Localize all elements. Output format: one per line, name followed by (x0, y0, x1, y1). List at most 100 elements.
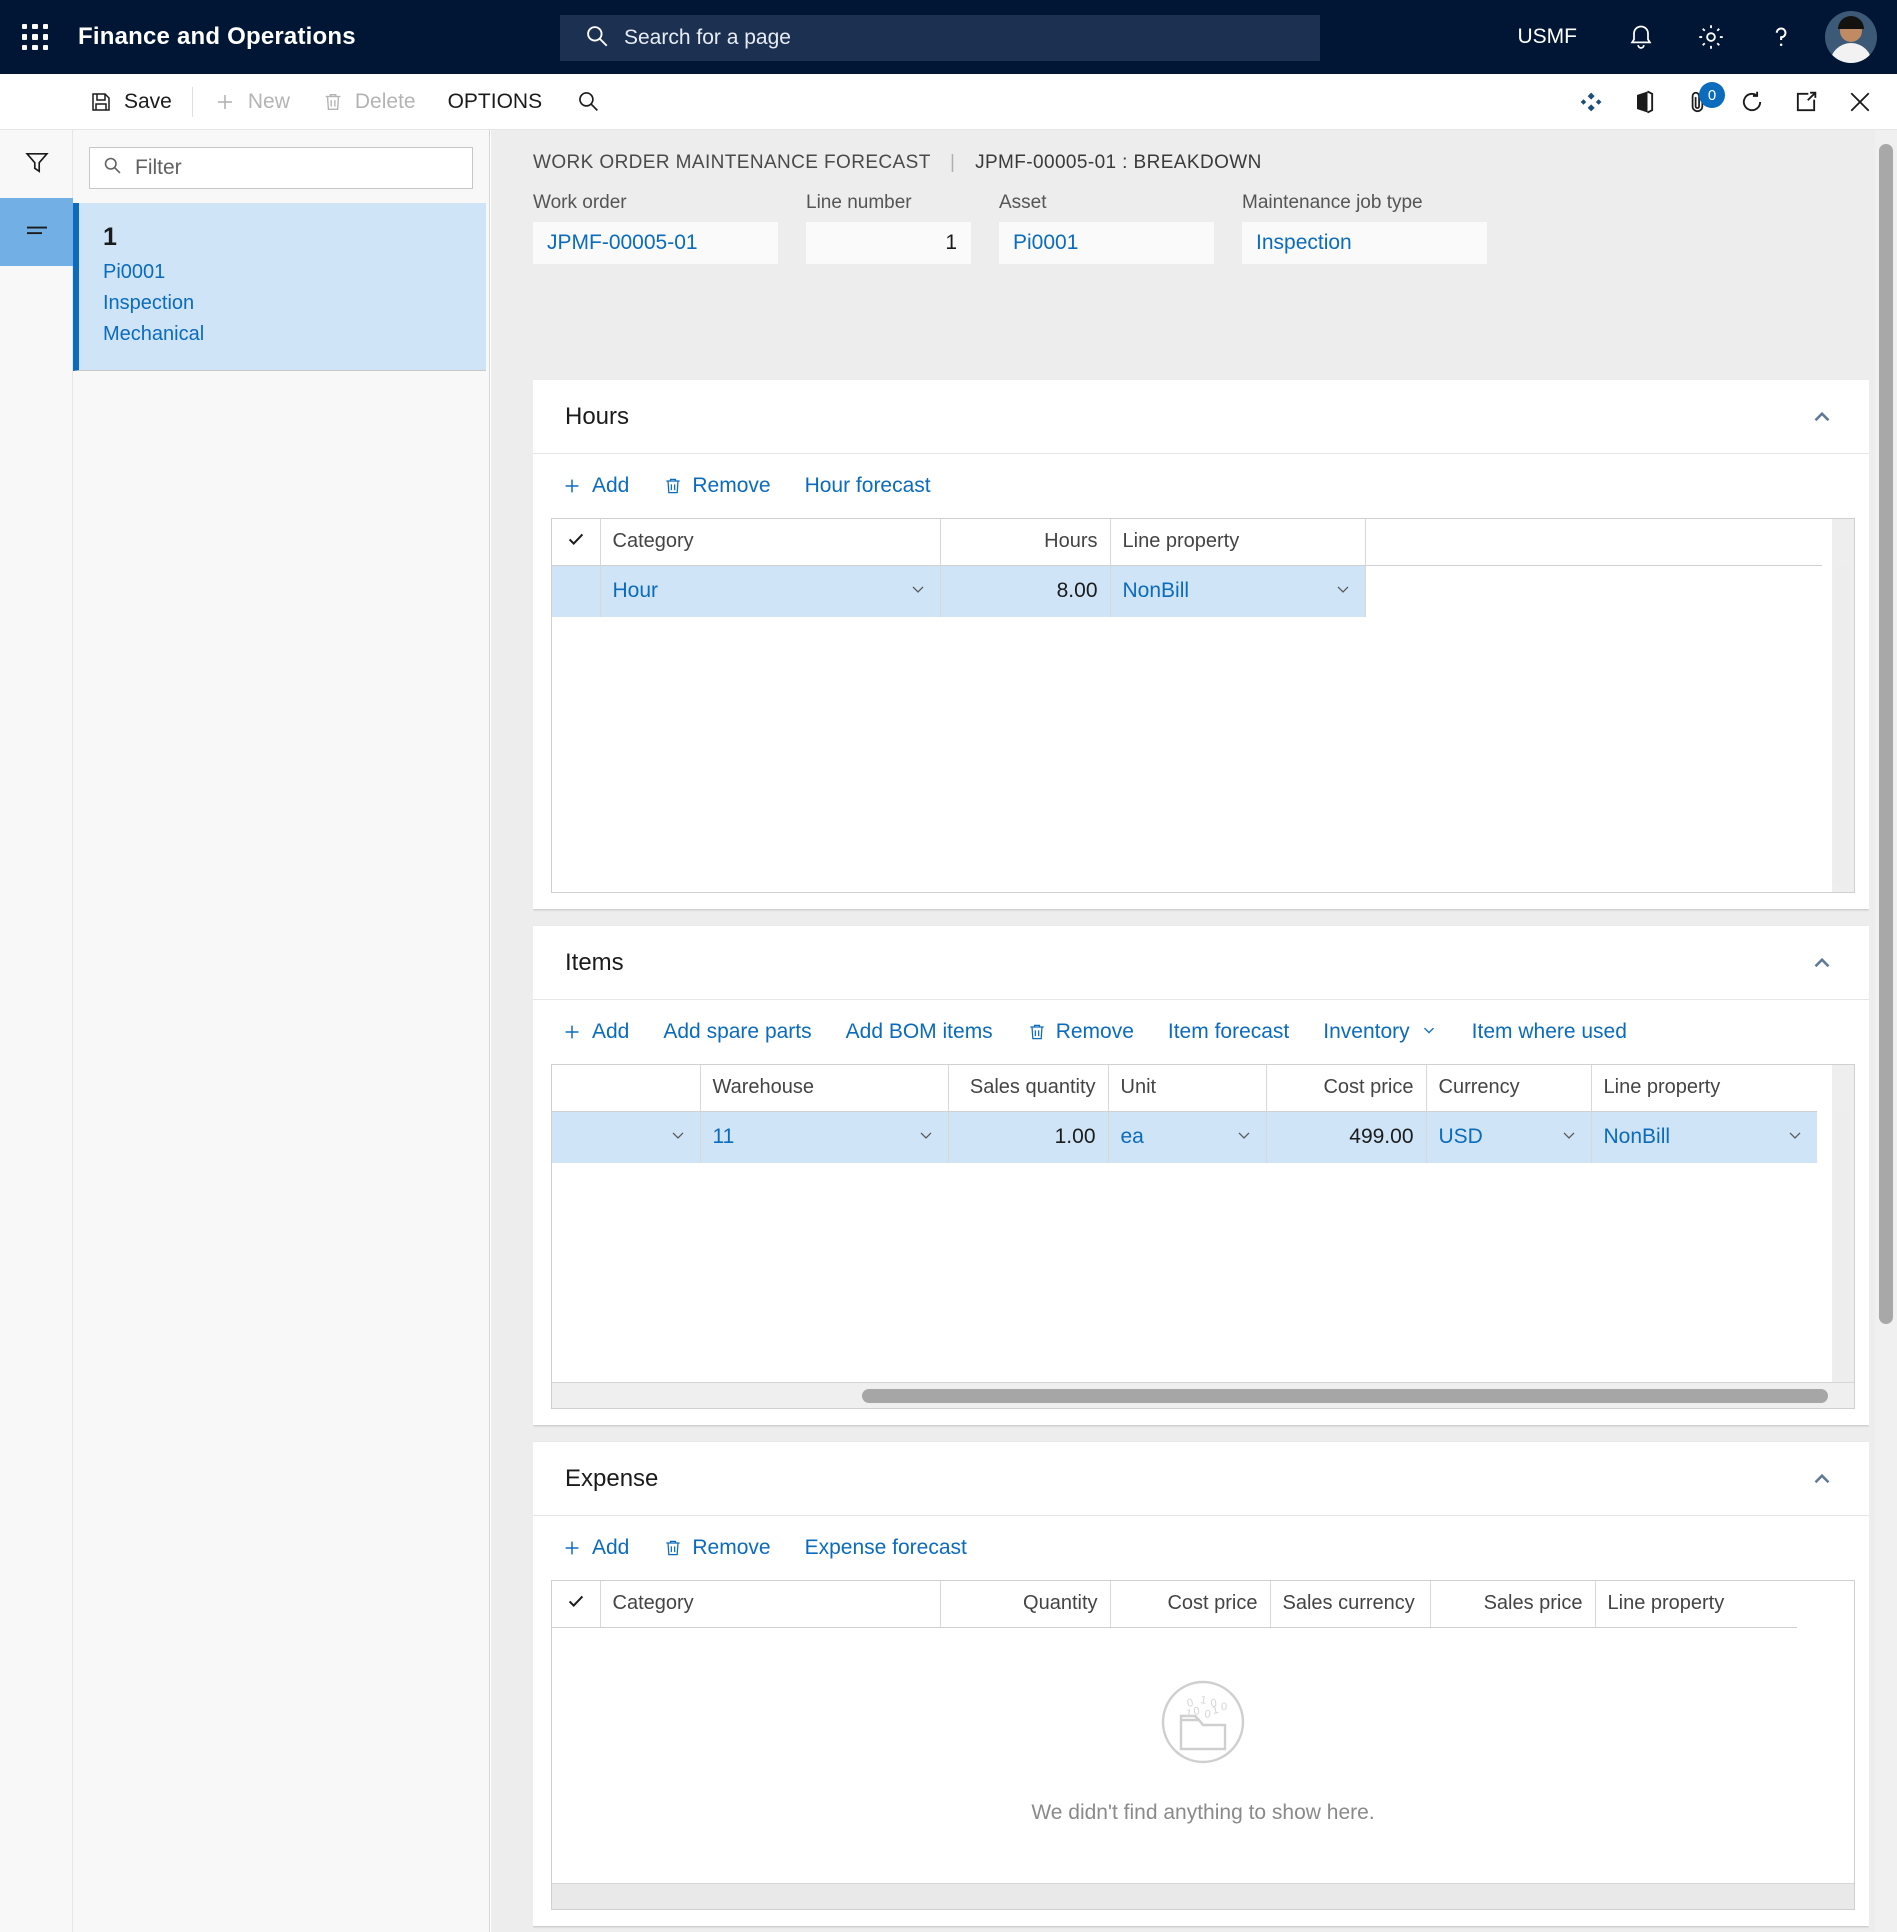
save-button[interactable]: Save (73, 74, 188, 130)
hours-add-button[interactable]: Add (561, 474, 629, 498)
items-remove-button[interactable]: Remove (1027, 1020, 1134, 1044)
global-search-input[interactable]: Search for a page (560, 15, 1320, 61)
field-asset-value[interactable]: Pi0001 (999, 222, 1214, 264)
hours-col-hours[interactable]: Hours (940, 519, 1111, 566)
filter-input[interactable]: Filter (89, 147, 473, 189)
field-maintenance-job-type-label: Maintenance job type (1242, 192, 1423, 213)
expense-col-sales-price[interactable]: Sales price (1430, 1581, 1596, 1628)
items-cell-currency[interactable]: USD (1426, 1111, 1592, 1163)
items-add-bom-items-button[interactable]: Add BOM items (846, 1020, 993, 1044)
expense-add-button[interactable]: Add (561, 1536, 629, 1560)
table-row[interactable]: Hour 8.00 NonBill (552, 565, 1822, 617)
command-search-button[interactable] (558, 74, 619, 130)
hours-grid-vertical-scrollbar[interactable] (1832, 519, 1854, 892)
hours-cell-hours[interactable]: 8.00 (940, 565, 1111, 617)
items-grid-horizontal-scrollbar[interactable] (552, 1382, 1854, 1408)
company-selector[interactable]: USMF (1518, 25, 1578, 49)
section-hours-header[interactable]: Hours (533, 380, 1869, 454)
expense-col-line-property[interactable]: Line property (1595, 1581, 1797, 1628)
items-col-cost-price[interactable]: Cost price (1266, 1065, 1427, 1112)
page-scrollbar-thumb[interactable] (1879, 144, 1893, 1324)
items-add-button[interactable]: Add (561, 1020, 629, 1044)
items-item-where-used-button[interactable]: Item where used (1472, 1020, 1627, 1044)
section-expense-header[interactable]: Expense (533, 1442, 1869, 1516)
items-cell-unit-value: ea (1120, 1125, 1144, 1149)
items-add-label: Add (592, 1020, 630, 1043)
items-cell-line-property[interactable]: NonBill (1591, 1111, 1817, 1163)
new-button[interactable]: New (197, 74, 306, 130)
close-icon[interactable] (1833, 74, 1887, 130)
hours-remove-button[interactable]: Remove (663, 474, 771, 498)
hours-col-line-property[interactable]: Line property (1110, 519, 1366, 566)
chevron-down-icon[interactable] (1785, 1125, 1805, 1150)
notifications-bell-icon[interactable] (1615, 11, 1667, 63)
chevron-down-icon[interactable] (1333, 579, 1353, 604)
items-col-sales-quantity[interactable]: Sales quantity (948, 1065, 1109, 1112)
hours-cell-line-property[interactable]: NonBill (1110, 565, 1366, 617)
chevron-down-icon[interactable] (1559, 1125, 1579, 1150)
chevron-down-icon[interactable] (1234, 1125, 1254, 1150)
help-question-icon[interactable] (1755, 11, 1807, 63)
section-items-header[interactable]: Items (533, 926, 1869, 1000)
page-vertical-scrollbar[interactable] (1875, 130, 1897, 1932)
chevron-down-icon[interactable] (908, 579, 928, 604)
attachments-icon[interactable]: 0 (1671, 74, 1725, 130)
chevron-down-icon[interactable] (916, 1125, 936, 1150)
items-col-currency[interactable]: Currency (1426, 1065, 1592, 1112)
user-avatar[interactable] (1825, 11, 1877, 63)
expense-col-category[interactable]: Category (600, 1581, 941, 1628)
items-col-unit[interactable]: Unit (1108, 1065, 1267, 1112)
hours-select-all-checkbox[interactable] (552, 519, 601, 566)
items-inventory-menu[interactable]: Inventory (1323, 1020, 1437, 1044)
field-maintenance-job-type: Maintenance job type Inspection (1242, 192, 1487, 264)
items-cell-blank[interactable] (552, 1111, 701, 1163)
office-app-icon[interactable] (1617, 74, 1671, 130)
hours-cell-category[interactable]: Hour (600, 565, 941, 617)
expense-grid-horizontal-scrollbar[interactable] (552, 1883, 1854, 1909)
expense-col-quantity[interactable]: Quantity (940, 1581, 1111, 1628)
items-cell-cost-price[interactable]: 499.00 (1266, 1111, 1427, 1163)
settings-gear-icon[interactable] (1685, 11, 1737, 63)
items-col-warehouse[interactable]: Warehouse (700, 1065, 949, 1112)
items-forecast-button[interactable]: Item forecast (1168, 1020, 1289, 1044)
hours-col-category[interactable]: Category (600, 519, 941, 566)
left-rail (0, 130, 73, 1932)
options-button-label: OPTIONS (447, 89, 543, 113)
list-item-trade[interactable]: Mechanical (103, 319, 486, 350)
items-grid-vertical-scrollbar[interactable] (1832, 1065, 1854, 1408)
hours-row-select[interactable] (552, 565, 601, 617)
field-work-order-value[interactable]: JPMF-00005-01 (533, 222, 778, 264)
table-row[interactable]: 11 1.00 ea 499.00 USD NonBill (552, 1111, 1817, 1163)
share-diamond-icon[interactable] (1563, 74, 1617, 130)
items-cell-unit[interactable]: ea (1108, 1111, 1267, 1163)
expense-col-sales-currency[interactable]: Sales currency (1270, 1581, 1431, 1628)
list-item-jobtype[interactable]: Inspection (103, 288, 486, 319)
chevron-up-icon[interactable] (1809, 950, 1835, 976)
chevron-up-icon[interactable] (1809, 1466, 1835, 1492)
chevron-up-icon[interactable] (1809, 404, 1835, 430)
rail-filter-button[interactable] (0, 130, 73, 198)
items-col-line-property[interactable]: Line property (1591, 1065, 1817, 1112)
app-launcher-waffle-icon[interactable] (18, 20, 52, 54)
items-cell-warehouse[interactable]: 11 (700, 1111, 949, 1163)
open-in-new-window-icon[interactable] (1779, 74, 1833, 130)
expense-select-all-checkbox[interactable] (552, 1581, 601, 1628)
refresh-icon[interactable] (1725, 74, 1779, 130)
svg-text:0: 0 (1193, 1705, 1201, 1718)
items-add-spare-parts-button[interactable]: Add spare parts (663, 1020, 811, 1044)
chevron-down-icon[interactable] (668, 1125, 688, 1150)
delete-button[interactable]: Delete (306, 74, 432, 130)
list-item[interactable]: 1 Pi0001 Inspection Mechanical (73, 203, 486, 371)
rail-list-button[interactable] (0, 198, 73, 266)
items-col-blank[interactable] (552, 1065, 701, 1112)
breadcrumb-page[interactable]: WORK ORDER MAINTENANCE FORECAST (533, 152, 930, 173)
expense-col-cost-price[interactable]: Cost price (1110, 1581, 1271, 1628)
expense-remove-button[interactable]: Remove (663, 1536, 771, 1560)
field-line-number-value[interactable]: 1 (806, 222, 971, 264)
list-item-asset[interactable]: Pi0001 (103, 257, 486, 288)
hours-forecast-button[interactable]: Hour forecast (805, 474, 931, 498)
expense-forecast-button[interactable]: Expense forecast (805, 1536, 967, 1560)
items-cell-sales-quantity[interactable]: 1.00 (948, 1111, 1109, 1163)
options-button[interactable]: OPTIONS (432, 74, 559, 130)
field-maintenance-job-type-value[interactable]: Inspection (1242, 222, 1487, 264)
